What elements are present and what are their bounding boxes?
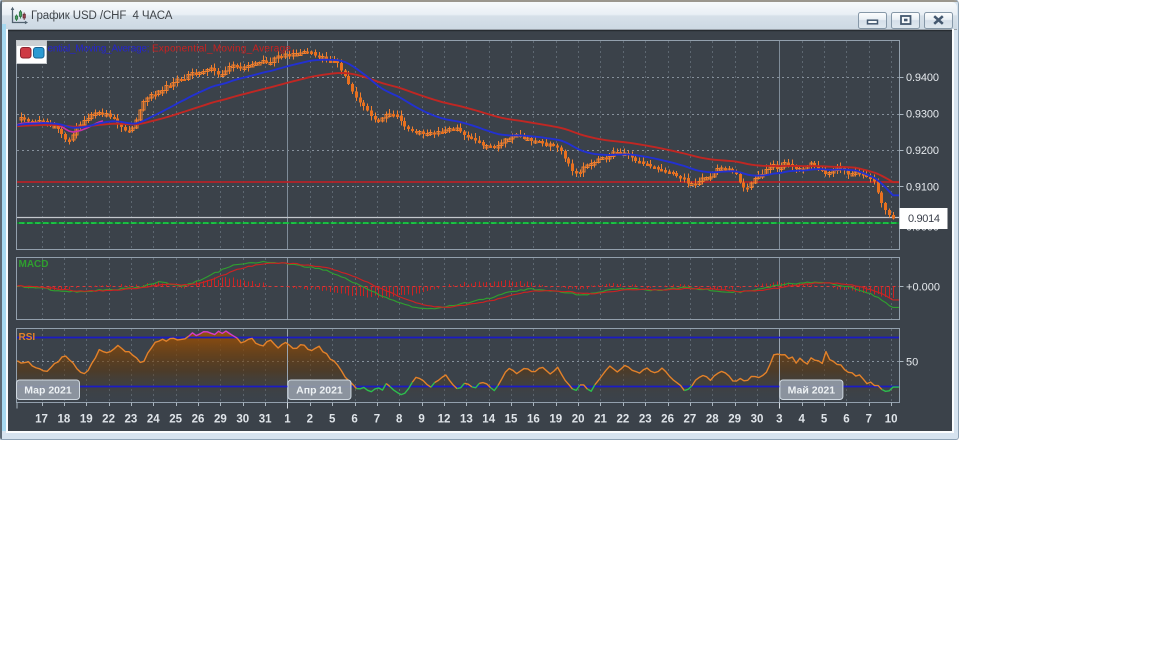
svg-text:MACD: MACD (19, 259, 49, 270)
svg-text:1: 1 (284, 414, 291, 426)
svg-text:25: 25 (169, 414, 182, 426)
svg-text:22: 22 (616, 414, 629, 426)
svg-text:20: 20 (572, 414, 585, 426)
svg-text:22: 22 (102, 414, 115, 426)
svg-text:21: 21 (594, 414, 607, 426)
svg-text:Мар 2021: Мар 2021 (24, 385, 72, 397)
svg-text:7: 7 (866, 414, 872, 426)
svg-text:8: 8 (396, 414, 403, 426)
svg-text:18: 18 (57, 414, 70, 426)
svg-text:5: 5 (821, 414, 828, 426)
svg-text:23: 23 (125, 414, 138, 426)
svg-text:10: 10 (885, 414, 898, 426)
svg-text:6: 6 (843, 414, 849, 426)
svg-text:14: 14 (482, 414, 495, 426)
svg-text:23: 23 (639, 414, 652, 426)
svg-text:29: 29 (728, 414, 741, 426)
svg-text:6: 6 (351, 414, 357, 426)
svg-text:50: 50 (906, 357, 918, 369)
svg-text:28: 28 (706, 414, 719, 426)
svg-text:29: 29 (214, 414, 227, 426)
svg-text:9: 9 (418, 414, 424, 426)
svg-text:30: 30 (236, 414, 249, 426)
svg-text:0.9100: 0.9100 (906, 182, 939, 194)
svg-text:12: 12 (438, 414, 451, 426)
svg-text:0.9400: 0.9400 (906, 72, 939, 84)
svg-text:16: 16 (527, 414, 540, 426)
svg-text:0.9200: 0.9200 (906, 145, 939, 157)
svg-text:ential_Moving_Average;: ential_Moving_Average; (48, 44, 150, 55)
svg-text:15: 15 (505, 414, 518, 426)
svg-text:30: 30 (751, 414, 764, 426)
svg-text:13: 13 (460, 414, 473, 426)
svg-text:0.9300: 0.9300 (906, 109, 939, 121)
svg-text:Exponential_Moving_Average,: Exponential_Moving_Average, (152, 44, 294, 55)
svg-text:24: 24 (147, 414, 160, 426)
svg-text:19: 19 (549, 414, 562, 426)
svg-text:RSI: RSI (19, 332, 36, 343)
svg-text:27: 27 (684, 414, 697, 426)
svg-text:Май 2021: Май 2021 (788, 385, 836, 397)
svg-text:19: 19 (80, 414, 93, 426)
svg-text:3: 3 (776, 414, 782, 426)
svg-text:26: 26 (192, 414, 205, 426)
svg-text:0.9014: 0.9014 (908, 213, 940, 225)
svg-text:26: 26 (661, 414, 674, 426)
svg-text:+0.000: +0.000 (906, 282, 940, 294)
svg-text:5: 5 (329, 414, 336, 426)
svg-text:2: 2 (307, 414, 313, 426)
svg-text:4: 4 (799, 414, 806, 426)
svg-text:7: 7 (374, 414, 380, 426)
svg-text:Апр 2021: Апр 2021 (296, 385, 343, 397)
svg-text:17: 17 (35, 414, 48, 426)
svg-text:31: 31 (259, 414, 272, 426)
